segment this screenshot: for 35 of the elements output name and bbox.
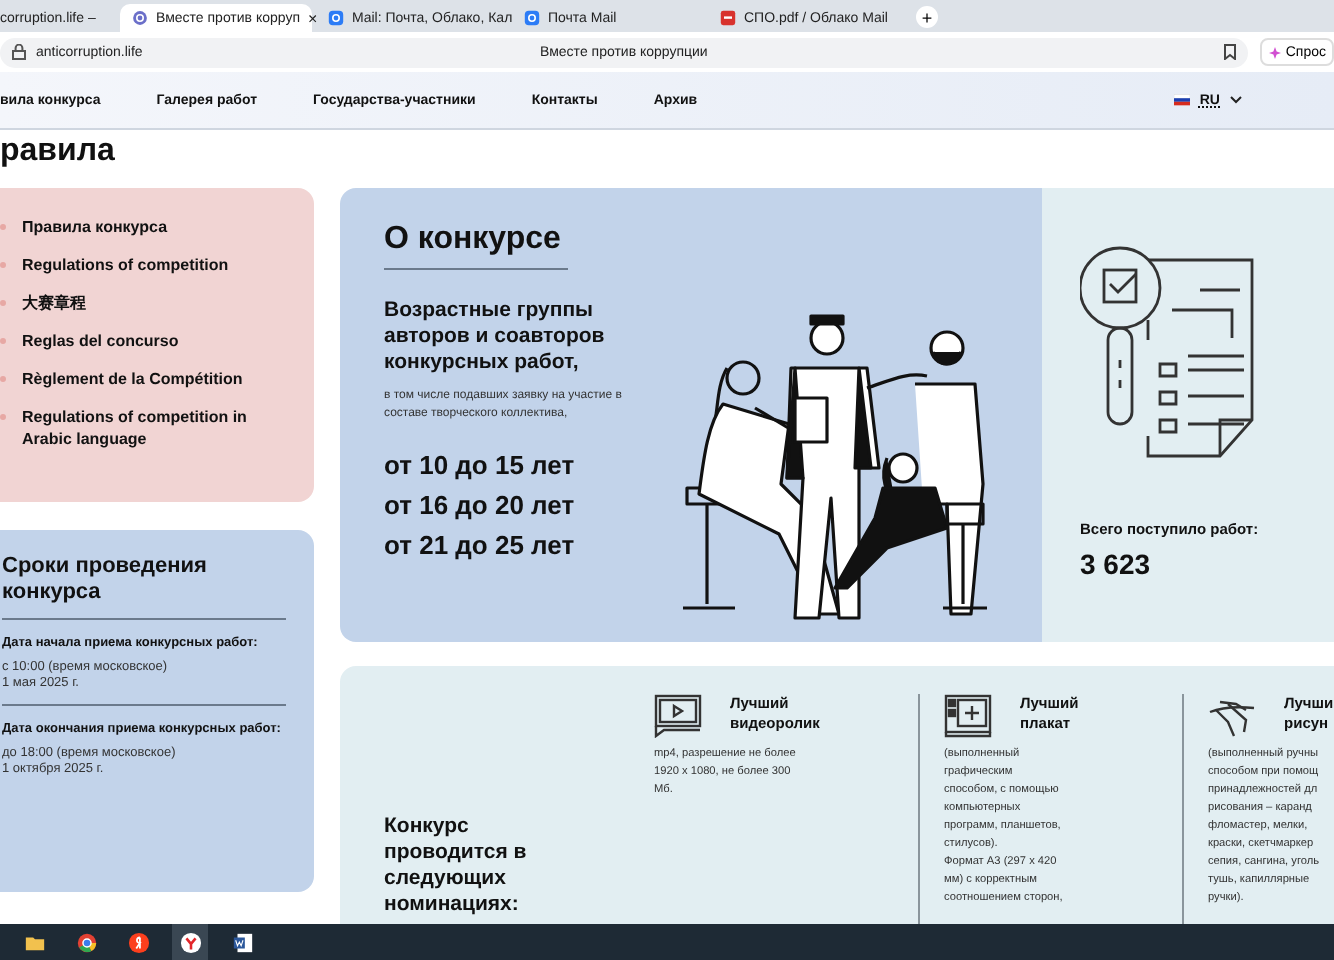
new-tab-button[interactable]: +	[916, 6, 938, 28]
total-count: 3 623	[1080, 548, 1153, 580]
rules-link[interactable]: 大赛章程	[22, 292, 86, 314]
chevron-down-icon[interactable]	[1230, 96, 1242, 104]
pdf-icon	[720, 10, 736, 26]
globe-icon	[132, 10, 148, 26]
rules-link[interactable]: Regulations of competition	[22, 254, 229, 276]
bullet-icon	[0, 262, 6, 268]
browser-icon[interactable]	[172, 924, 208, 960]
bullet-icon	[0, 376, 6, 382]
mail-icon	[328, 10, 344, 26]
bullet-icon	[0, 338, 6, 344]
rules-link[interactable]: Règlement de la Compétition	[22, 368, 243, 390]
rules-link[interactable]: Regulations of competition in Arabic language	[22, 406, 298, 450]
bullet-icon	[0, 224, 6, 230]
monitor-icon	[944, 694, 992, 738]
age-range: от 10 до 15 лет	[384, 448, 577, 484]
card-title: О конкурсе	[384, 222, 568, 270]
nominations-title: Конкурс проводится в следующих номинациях:	[384, 814, 529, 920]
lock-icon	[12, 44, 26, 60]
video-player-icon	[654, 694, 702, 738]
close-icon[interactable]: ×	[308, 9, 318, 27]
age-range: от 16 до 20 лет	[384, 488, 577, 524]
page-heading: равила	[0, 132, 117, 172]
flag-icon	[1173, 94, 1190, 106]
mail-icon	[524, 10, 540, 26]
bookmark-icon[interactable]	[1223, 44, 1236, 60]
age-groups-title: Возрастные группы авторов и соавторов конкурсных работ,	[384, 298, 607, 376]
bullet-icon	[0, 300, 6, 306]
bullet-icon	[0, 414, 6, 420]
rules-link[interactable]: Правила конкурса	[22, 216, 168, 238]
card-title: Сроки проведения конкурса	[2, 554, 209, 606]
rules-link[interactable]: Reglas del concurso	[22, 330, 179, 352]
sparkle-icon	[1267, 45, 1282, 59]
age-range: от 21 до 25 лет	[384, 528, 577, 564]
